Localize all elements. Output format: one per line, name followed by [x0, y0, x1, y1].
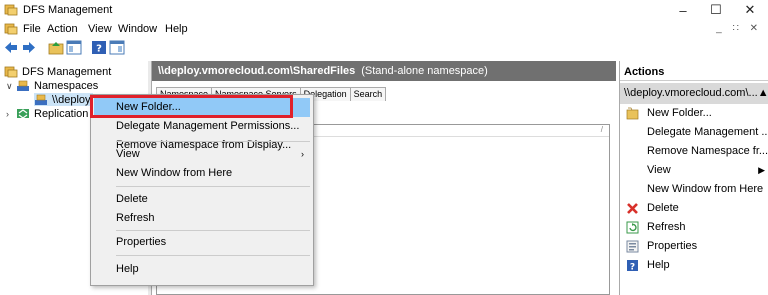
actions-pane: Actions \\deploy.vmorecloud.com\... ▲ Ne… [619, 61, 768, 295]
action-delete[interactable]: Delete [620, 199, 768, 218]
ctx-item-help[interactable]: Help [94, 260, 310, 279]
show-hide-console-tree-icon[interactable] [66, 40, 82, 55]
action-label: Delegate Management ... [647, 126, 768, 138]
actions-subheader[interactable]: \\deploy.vmorecloud.com\... ▲ [620, 83, 768, 104]
action-label: New Window from Here [647, 183, 764, 195]
namespace-path: \\deploy.vmorecloud.com\SharedFiles [158, 65, 356, 77]
dfs-app-icon [4, 4, 18, 16]
window-title: DFS Management [23, 4, 113, 16]
title-bar: DFS Management – ☐ ✕ [0, 0, 768, 20]
action-remove-namespace[interactable]: Remove Namespace fr... [620, 142, 768, 161]
ctx-separator [116, 186, 310, 187]
tree-item-label: \\deploy. [52, 93, 93, 106]
ctx-separator [116, 230, 310, 231]
ctx-item-delete[interactable]: Delete [94, 190, 310, 209]
tree-item-replication[interactable]: Replication [16, 107, 88, 120]
action-label: New Folder... [647, 107, 712, 119]
mdi-window-controls[interactable]: _ ∷ ✕ [716, 23, 762, 34]
actions-subheader-label: \\deploy.vmorecloud.com\... [624, 87, 758, 99]
properties-icon [626, 240, 639, 253]
tree-item-namespaces[interactable]: Namespaces [16, 79, 98, 92]
help-icon: ? [627, 260, 638, 273]
collapse-up-icon[interactable]: ▲ [758, 83, 768, 104]
action-new-folder[interactable]: New Folder... [620, 104, 768, 123]
menu-bar: File Action View Window Help _ ∷ ✕ [0, 20, 768, 38]
menu-action[interactable]: Action [47, 23, 78, 35]
actions-title: Actions [620, 63, 768, 81]
chevron-down-icon[interactable]: ∨ [6, 81, 13, 92]
namespace-type: (Stand-alone namespace) [361, 65, 488, 77]
ctx-separator [116, 141, 310, 142]
submenu-arrow-icon: › [301, 149, 304, 159]
ctx-item-label: View [116, 148, 140, 160]
action-label: Help [647, 259, 670, 271]
tree-item-label: DFS Management [22, 65, 112, 78]
action-delegate-management[interactable]: Delegate Management ... [620, 123, 768, 142]
mmc-system-icon[interactable] [4, 22, 18, 35]
tab-search[interactable]: Search [349, 87, 387, 101]
help-toolbar-icon[interactable]: ? [91, 40, 107, 55]
action-refresh[interactable]: Refresh [620, 218, 768, 237]
delete-x-icon [627, 203, 638, 214]
up-folder-icon[interactable] [48, 40, 64, 55]
tree-item-label: Replication [34, 107, 89, 120]
tree-item-namespace-deploy[interactable]: \\deploy. [34, 93, 93, 106]
namespace-header: \\deploy.vmorecloud.com\SharedFiles (Sta… [152, 61, 616, 81]
action-properties[interactable]: Properties [620, 237, 768, 256]
submenu-arrow-icon: ▶ [758, 165, 765, 175]
tree-item-dfs-management[interactable]: DFS Management [4, 65, 111, 78]
tree-item-label: Namespaces [34, 79, 99, 92]
action-label: Delete [647, 202, 679, 214]
ctx-item-refresh[interactable]: Refresh [94, 209, 310, 228]
menu-file[interactable]: File [23, 23, 41, 35]
action-label: Properties [647, 240, 698, 252]
close-button[interactable]: ✕ [733, 0, 767, 20]
refresh-icon [626, 221, 639, 234]
replication-icon [17, 109, 29, 119]
ctx-item-delegate-management[interactable]: Delegate Management Permissions... [94, 117, 310, 136]
new-folder-icon [626, 107, 639, 120]
ctx-separator [116, 255, 310, 256]
ctx-item-new-window[interactable]: New Window from Here [94, 164, 310, 183]
toolbar: ? [0, 38, 768, 58]
back-arrow-icon[interactable] [3, 40, 19, 55]
minimize-button[interactable]: – [666, 0, 700, 20]
chevron-right-icon[interactable]: › [6, 109, 9, 119]
context-menu: New Folder... Delegate Management Permis… [90, 94, 314, 286]
ctx-item-properties[interactable]: Properties [94, 233, 310, 252]
svg-text:?: ? [630, 263, 635, 273]
ctx-item-view[interactable]: View › [94, 145, 310, 164]
action-view[interactable]: View ▶ [620, 161, 768, 180]
action-label: Refresh [647, 221, 686, 233]
maximize-button[interactable]: ☐ [699, 0, 733, 20]
action-help[interactable]: ? Help [620, 256, 768, 275]
namespace-root-icon [35, 94, 47, 105]
dfs-folder-icon [4, 66, 18, 78]
sort-caret-icon: / [600, 125, 603, 134]
namespaces-icon [17, 80, 29, 91]
ctx-item-new-folder[interactable]: New Folder... [94, 98, 310, 117]
forward-arrow-icon[interactable] [21, 40, 37, 55]
menu-help[interactable]: Help [165, 23, 188, 35]
show-action-pane-icon[interactable] [109, 40, 125, 55]
menu-window[interactable]: Window [118, 23, 157, 35]
menu-view[interactable]: View [88, 23, 112, 35]
svg-text:?: ? [96, 44, 102, 55]
action-label: View [647, 164, 671, 176]
action-new-window[interactable]: New Window from Here [620, 180, 768, 199]
action-label: Remove Namespace fr... [647, 145, 768, 157]
